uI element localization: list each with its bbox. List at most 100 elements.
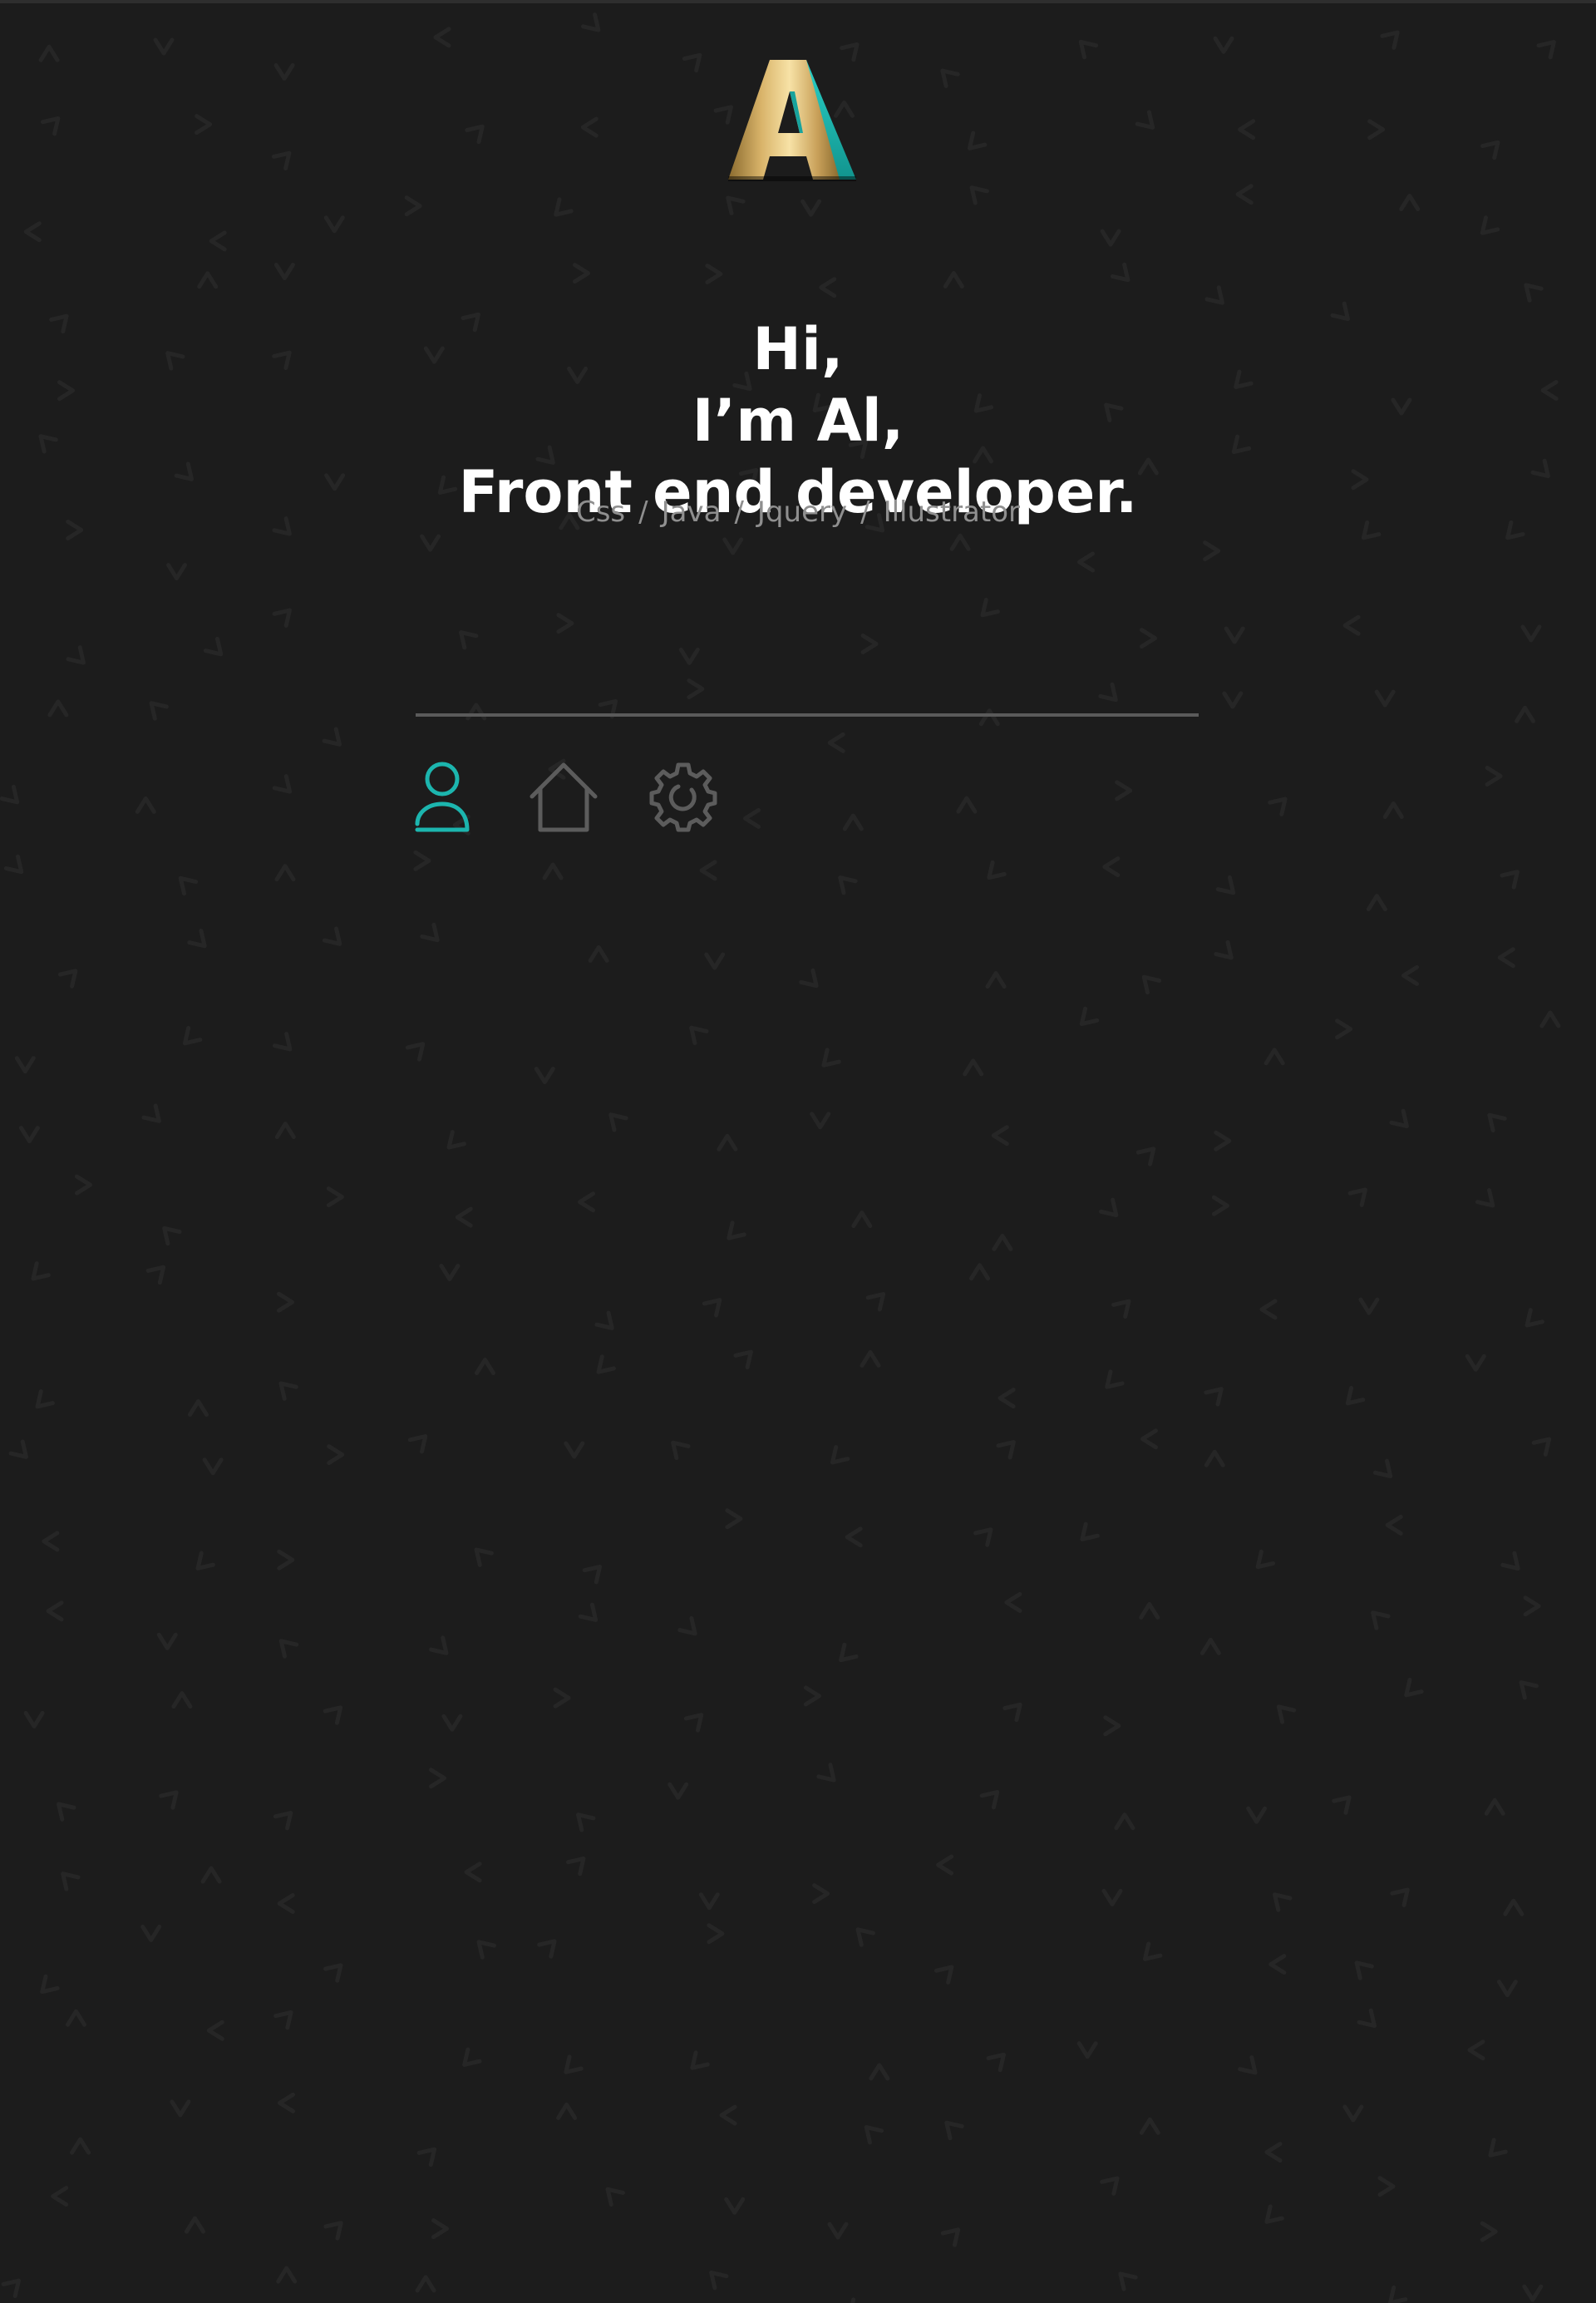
chevron-pattern-mark — [810, 1112, 831, 1130]
chevron-pattern-mark — [992, 1233, 1013, 1251]
chevron-pattern-mark — [203, 636, 224, 657]
chevron-pattern-mark — [1273, 1892, 1293, 1912]
chevron-pattern-mark — [1497, 947, 1515, 969]
chevron-pattern-mark — [1141, 974, 1162, 995]
chevron-pattern-mark — [429, 1635, 449, 1655]
chevron-pattern-mark — [1139, 2117, 1160, 2135]
chevron-pattern-mark — [1354, 1960, 1374, 1980]
chevron-pattern-mark — [1385, 1514, 1403, 1536]
skill-illustrator: Illustrator — [883, 496, 1021, 529]
chevron-pattern-mark — [57, 1802, 76, 1822]
chevron-pattern-mark — [702, 1298, 722, 1318]
chevron-pattern-mark — [564, 2054, 584, 2074]
chevron-pattern-mark — [272, 1032, 293, 1052]
chevron-pattern-mark — [860, 1349, 881, 1368]
chevron-pattern-mark — [1399, 194, 1421, 211]
chevron-pattern-mark — [821, 1048, 841, 1068]
chevron-pattern-mark — [1488, 2138, 1508, 2158]
chevron-pattern-mark — [578, 1191, 595, 1213]
chevron-pattern-mark — [1203, 540, 1221, 562]
chevron-pattern-mark — [277, 1893, 295, 1914]
chevron-pattern-mark — [1480, 215, 1500, 235]
chevron-pattern-mark — [987, 860, 1007, 880]
chevron-pattern-mark — [197, 271, 219, 289]
chevron-pattern-mark — [42, 1531, 60, 1552]
chevron-pattern-mark — [323, 1705, 343, 1725]
chevron-pattern-mark — [1401, 964, 1419, 986]
chevron-pattern-mark — [446, 1130, 466, 1150]
chevron-pattern-mark — [722, 537, 744, 555]
chevron-pattern-mark — [1531, 1437, 1552, 1457]
chevron-pattern-mark — [1102, 856, 1121, 878]
chevron-pattern-mark — [830, 1445, 850, 1465]
chevron-pattern-mark — [596, 1354, 616, 1374]
chevron-pattern-mark — [1204, 1387, 1224, 1407]
chevron-pattern-mark — [170, 2099, 191, 2118]
chevron-pattern-mark — [800, 199, 822, 217]
chevron-pattern-mark — [1079, 1006, 1100, 1027]
nav-home-button[interactable] — [529, 758, 598, 835]
chevron-pattern-mark — [1259, 1299, 1278, 1320]
chevron-pattern-mark — [1246, 1806, 1268, 1824]
chevron-pattern-mark — [323, 2221, 343, 2241]
chevron-pattern-mark — [31, 1261, 51, 1281]
chevron-pattern-mark — [682, 52, 702, 73]
chevron-pattern-mark — [66, 645, 86, 665]
chevron-pattern-mark — [195, 114, 213, 136]
chevron-pattern-mark — [1503, 1898, 1525, 1916]
chevron-pattern-mark — [1204, 1449, 1225, 1467]
chevron-pattern-mark — [869, 2063, 890, 2081]
chevron-pattern-mark — [991, 1125, 1009, 1147]
chevron-pattern-mark — [969, 185, 989, 205]
chevron-pattern-mark — [323, 215, 345, 234]
chevron-pattern-mark — [799, 968, 819, 989]
skills-list: Css / Java / Jquery / Illustrator — [0, 494, 1596, 530]
chevron-pattern-mark — [166, 563, 187, 581]
chevron-pattern-mark — [1140, 628, 1157, 649]
chevron-pattern-mark — [709, 2270, 729, 2291]
chevron-pattern-mark — [145, 1265, 166, 1285]
chevron-pattern-mark — [464, 1862, 482, 1883]
chevron-pattern-mark — [18, 1126, 40, 1144]
chevron-pattern-mark — [57, 969, 78, 989]
chevron-pattern-mark — [1110, 262, 1130, 283]
chevron-pattern-mark — [943, 271, 964, 288]
chevron-pattern-mark — [1222, 691, 1244, 709]
chevron-pattern-mark — [1105, 1369, 1125, 1389]
chevron-pattern-mark — [273, 63, 295, 81]
gold-letter-a-logo-icon[interactable] — [723, 57, 856, 183]
chevron-pattern-mark — [1255, 1549, 1276, 1570]
chevron-pattern-mark — [1475, 1188, 1495, 1208]
chevron-pattern-mark — [277, 1291, 294, 1313]
gear-icon — [649, 762, 717, 832]
chevron-pattern-mark — [273, 263, 295, 280]
chevron-pattern-mark — [699, 860, 717, 881]
chevron-pattern-mark — [705, 264, 723, 284]
chevron-pattern-mark — [475, 1358, 495, 1375]
skill-java: Java — [661, 496, 722, 529]
chevron-pattern-mark — [1076, 2041, 1098, 2059]
chevron-pattern-mark — [1264, 2142, 1283, 2163]
chevron-pattern-mark — [476, 1940, 496, 1960]
chevron-pattern-mark — [23, 221, 42, 243]
chevron-pattern-mark — [420, 534, 441, 552]
chevron-pattern-mark — [1135, 110, 1155, 130]
chevron-pattern-mark — [1500, 870, 1520, 890]
chevron-pattern-mark — [827, 732, 845, 753]
chevron-pattern-mark — [272, 608, 292, 628]
nav-settings-button[interactable] — [648, 758, 718, 835]
nav-about-button[interactable] — [411, 758, 480, 835]
chevron-pattern-mark — [429, 1768, 446, 1789]
chevron-pattern-mark — [1100, 229, 1121, 247]
chevron-pattern-mark — [717, 1133, 738, 1152]
chevron-pattern-mark — [1215, 875, 1236, 895]
chevron-pattern-mark — [404, 195, 422, 217]
chevron-pattern-mark — [847, 2297, 868, 2303]
chevron-pattern-mark — [46, 1600, 64, 1622]
chevron-pattern-mark — [576, 1812, 596, 1832]
skill-jquery: Jquery — [756, 496, 848, 529]
chevron-pattern-mark — [40, 1974, 60, 1995]
chevron-pattern-mark — [1004, 1591, 1022, 1613]
chevron-pattern-mark — [1524, 283, 1544, 303]
chevron-pattern-mark — [8, 1439, 28, 1459]
